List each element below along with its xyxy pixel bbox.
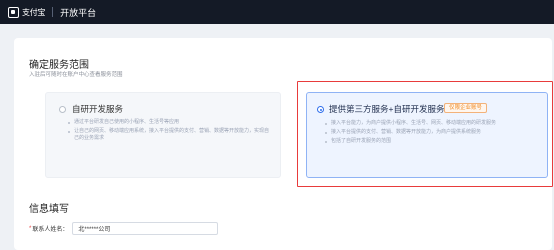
contact-name-label: 联系人姓名：: [32, 227, 69, 233]
info-section-title: 信息填写: [29, 204, 69, 215]
platform-title: 开放平台: [60, 7, 97, 18]
required-mark: *: [29, 225, 32, 232]
contact-name-field-row: * 联系人姓名：: [29, 222, 219, 235]
scope-section-title: 确定服务范围: [29, 60, 89, 71]
option-description-item: 通过平台研发自己使用的小程序、生活号等应用: [68, 119, 273, 126]
option-description-list: 通过平台研发自己使用的小程序、生活号等应用 让自己的网页、移动端应用系统，接入平…: [68, 119, 273, 145]
scope-section-subtitle: 入驻后可随时在账户中心查看服务范围: [29, 72, 123, 78]
radio-self-development[interactable]: [59, 106, 66, 113]
option-title: 自研开发服务: [72, 104, 124, 114]
option-self-development[interactable]: 自研开发服务 通过平台研发自己使用的小程序、生活号等应用 让自己的网页、移动端应…: [45, 92, 281, 178]
top-navigation-bar: 支付宝 开放平台: [0, 0, 554, 24]
alipay-logo[interactable]: 支付宝: [8, 6, 46, 18]
alipay-logo-icon: [8, 6, 19, 18]
option-description-item: 让自己的网页、移动端应用系统，接入平台提供的支付、营销、数据等开放能力，实现自己…: [68, 128, 273, 142]
selection-highlight-box: [297, 81, 553, 187]
header-divider: [52, 7, 54, 17]
contact-name-input[interactable]: [72, 222, 219, 235]
logo-text: 支付宝: [22, 7, 46, 17]
